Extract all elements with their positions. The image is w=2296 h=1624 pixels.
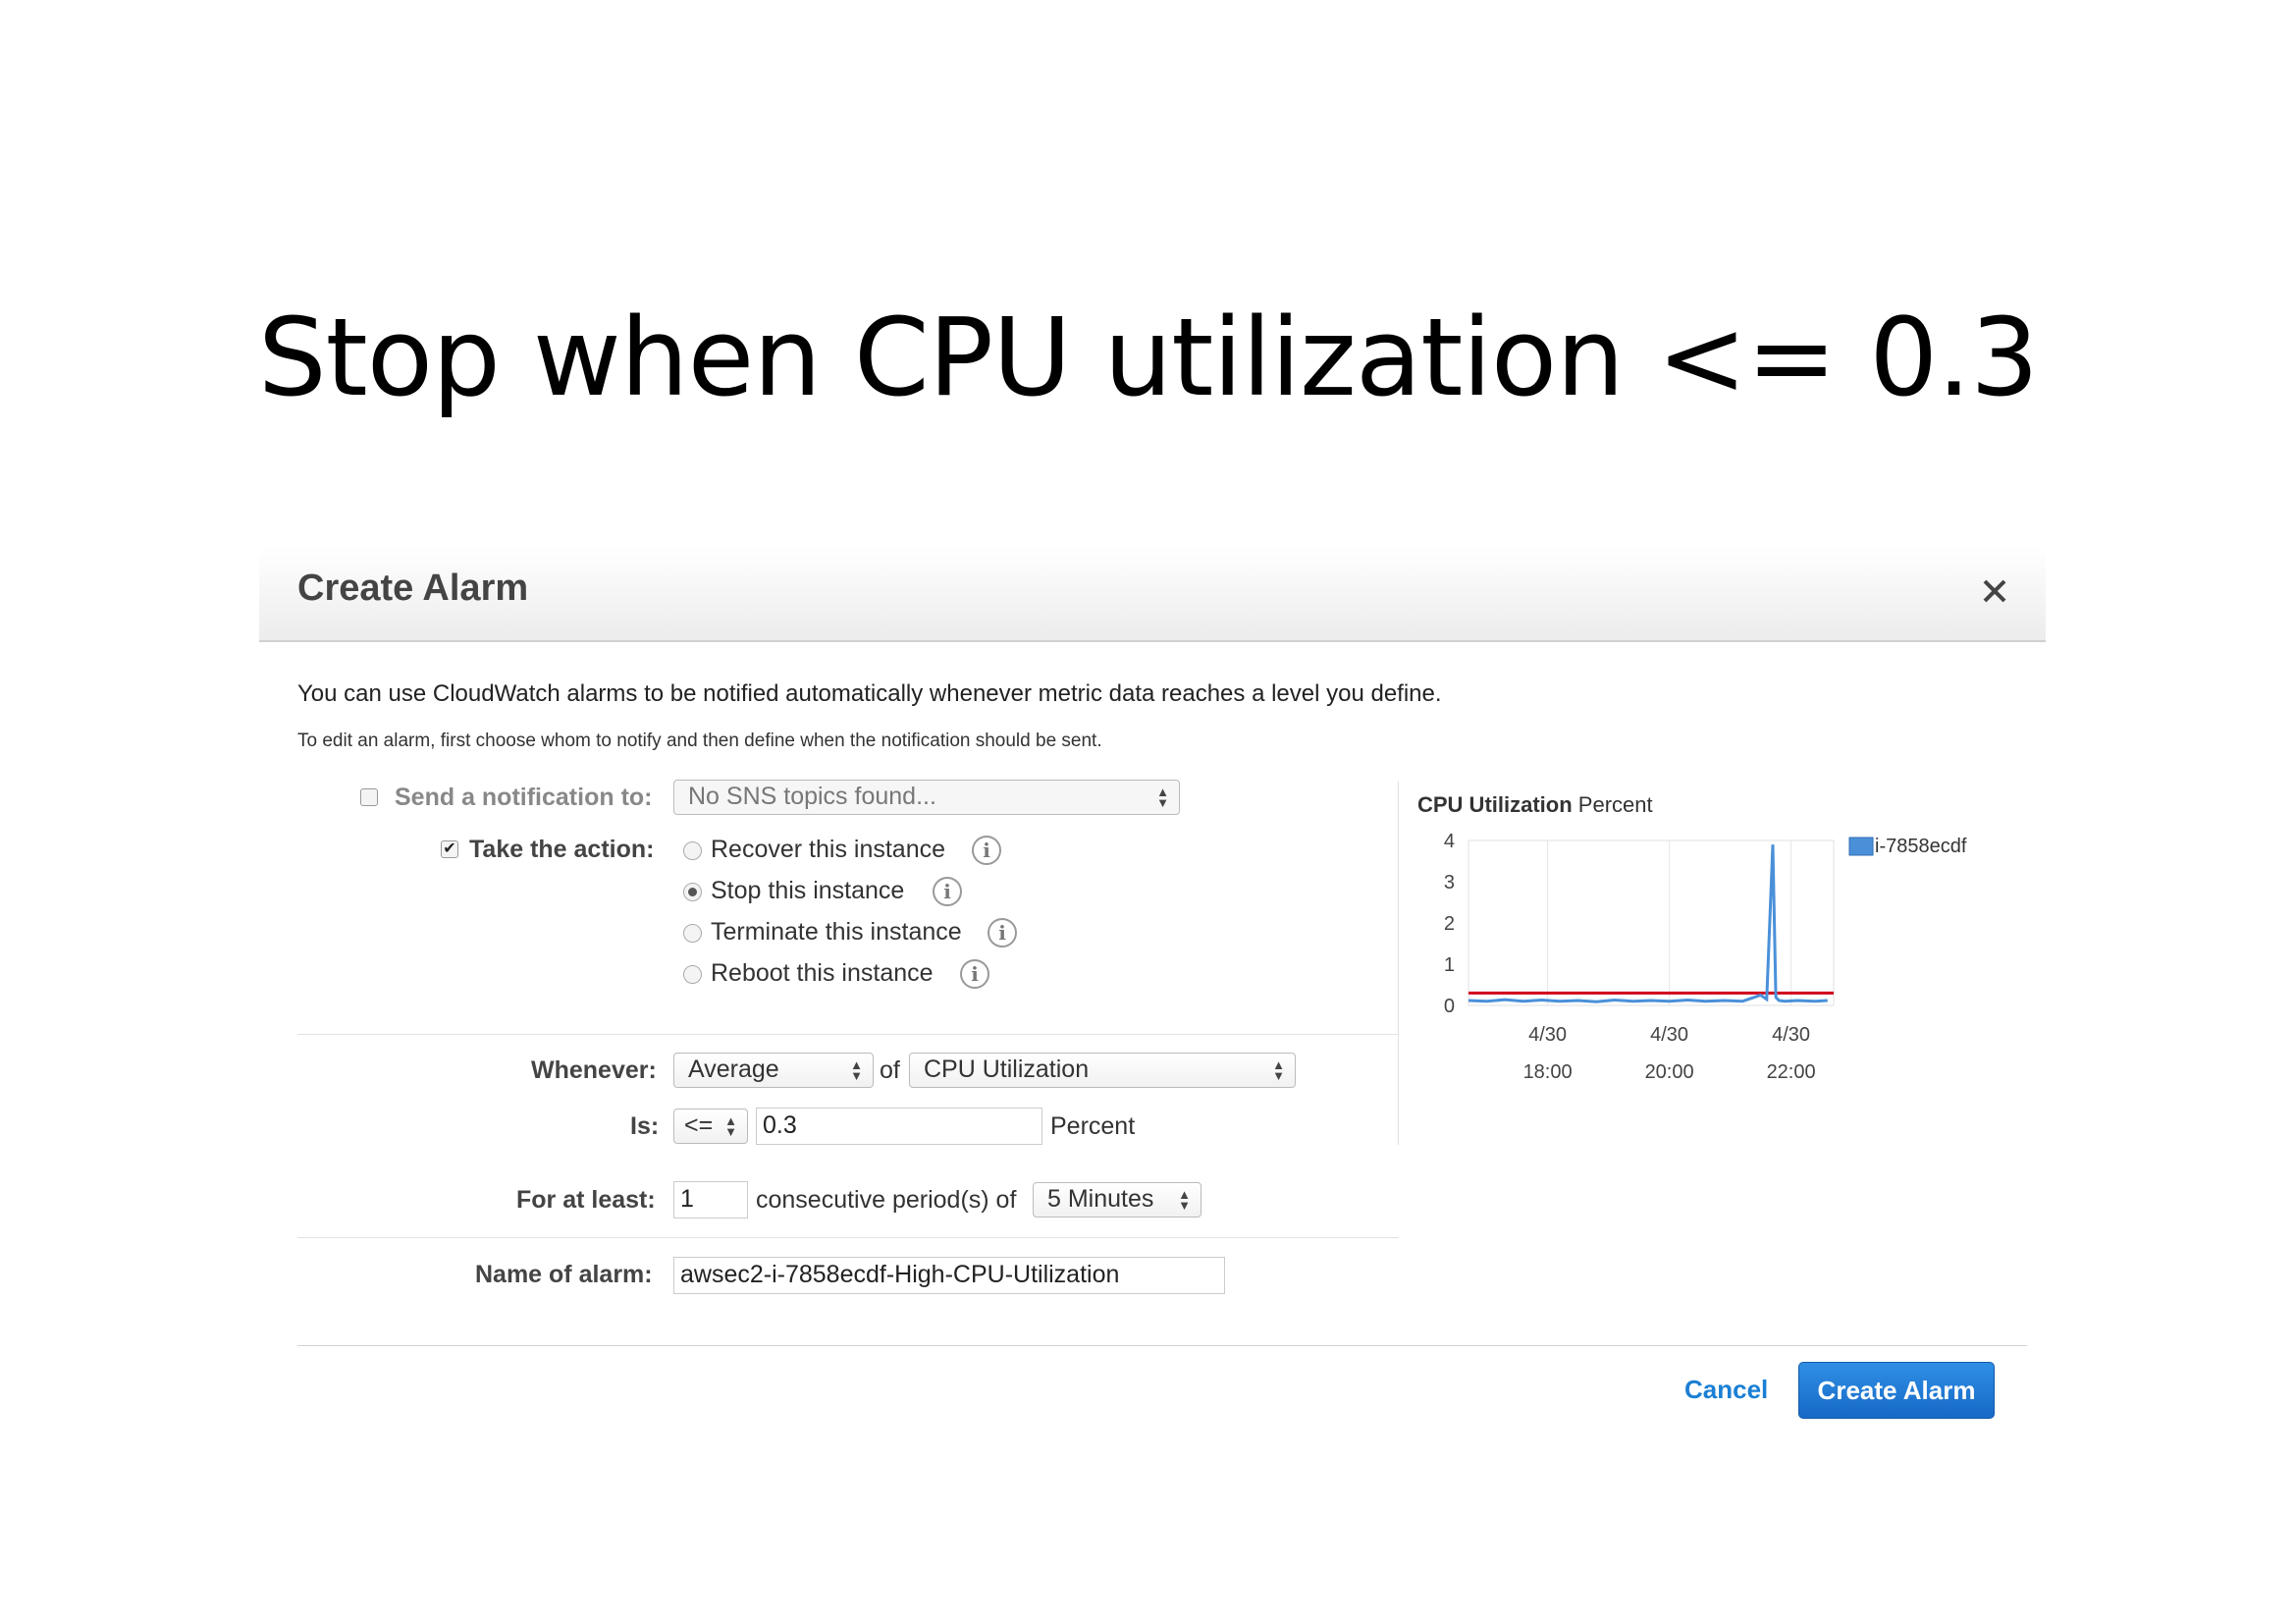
alarm-name-label: Name of alarm: xyxy=(475,1261,653,1288)
action-label: Take the action: xyxy=(469,836,655,863)
of-text: of xyxy=(880,1056,900,1084)
chart-title: CPU Utilization Percent xyxy=(1417,792,1653,818)
unit-text: Percent xyxy=(1050,1112,1136,1140)
legend-label: i-7858ecdf xyxy=(1875,836,1967,857)
sns-topic-select[interactable]: No SNS topics found... ▲ ▼ xyxy=(673,780,1180,815)
series-line xyxy=(1468,844,1828,1003)
option-terminate-label: Terminate this instance xyxy=(711,918,962,946)
radio-terminate[interactable] xyxy=(683,924,702,943)
y-tick-label: 0 xyxy=(1444,996,1455,1017)
info-icon[interactable]: i xyxy=(972,836,1001,865)
dialog-title: Create Alarm xyxy=(297,568,529,609)
close-icon[interactable] xyxy=(1973,569,2016,613)
legend-swatch xyxy=(1848,837,1874,856)
footer-divider xyxy=(297,1345,2027,1346)
operator-value: <= xyxy=(684,1111,714,1139)
x-tick-time: 18:00 xyxy=(1523,1061,1573,1083)
notification-label: Send a notification to: xyxy=(395,784,653,811)
is-label: Is: xyxy=(630,1112,660,1140)
period-select[interactable]: 5 Minutes ▲ ▼ xyxy=(1033,1182,1201,1218)
y-tick-label: 4 xyxy=(1444,831,1455,852)
info-icon[interactable]: i xyxy=(960,959,989,989)
y-tick-label: 1 xyxy=(1444,954,1455,976)
create-alarm-dialog: Create Alarm You can use CloudWatch alar… xyxy=(259,546,2046,1430)
select-arrows-icon: ▲ ▼ xyxy=(724,1113,737,1139)
slide-title: Stop when CPU utilization <= 0.3 xyxy=(257,295,2039,420)
periods-input[interactable]: 1 xyxy=(673,1181,748,1218)
for-at-least-label: For at least: xyxy=(516,1186,656,1214)
chart-title-unit: Percent xyxy=(1577,792,1653,817)
option-reboot-label: Reboot this instance xyxy=(711,959,934,987)
divider xyxy=(1398,782,1399,1145)
period-value: 5 Minutes xyxy=(1047,1185,1154,1213)
plot-frame xyxy=(1468,839,1835,1006)
select-arrows-icon: ▲ ▼ xyxy=(1178,1187,1191,1213)
y-tick-label: 3 xyxy=(1444,872,1455,893)
info-icon[interactable]: i xyxy=(988,918,1017,947)
cancel-button[interactable]: Cancel xyxy=(1684,1375,1768,1405)
radio-reboot[interactable] xyxy=(683,965,702,984)
consecutive-periods-text: consecutive period(s) of xyxy=(756,1186,1017,1214)
statistic-select[interactable]: Average ▲ ▼ xyxy=(673,1053,874,1088)
sns-topic-value: No SNS topics found... xyxy=(688,783,936,810)
chart-title-metric: CPU Utilization xyxy=(1417,792,1573,817)
metric-select[interactable]: CPU Utilization ▲ ▼ xyxy=(909,1053,1296,1088)
intro-text: You can use CloudWatch alarms to be noti… xyxy=(297,680,1442,707)
notification-checkbox[interactable] xyxy=(360,788,378,806)
x-tick-date: 4/30 xyxy=(1528,1024,1567,1046)
cpu-utilization-chart: 4 3 2 1 0 4/30 18:00 4/30 20:00 4/30 22:00 i-7858ec… xyxy=(1444,831,1967,1083)
x-tick-date: 4/30 xyxy=(1772,1024,1810,1046)
create-alarm-button[interactable]: Create Alarm xyxy=(1798,1362,1995,1419)
divider xyxy=(297,1237,1399,1238)
dialog-header: Create Alarm xyxy=(259,546,2046,642)
intro-subtext: To edit an alarm, first choose whom to n… xyxy=(297,731,1102,751)
select-arrows-icon: ▲ ▼ xyxy=(1156,785,1169,810)
whenever-label: Whenever: xyxy=(531,1056,657,1084)
option-recover-label: Recover this instance xyxy=(711,836,946,863)
radio-stop[interactable] xyxy=(683,883,702,901)
divider xyxy=(297,1034,1399,1035)
x-tick-time: 20:00 xyxy=(1645,1061,1694,1083)
operator-select[interactable]: <= ▲ ▼ xyxy=(673,1109,748,1144)
threshold-input[interactable]: 0.3 xyxy=(756,1108,1042,1145)
action-checkbox[interactable]: ✔ xyxy=(441,840,458,858)
y-tick-label: 2 xyxy=(1444,913,1455,935)
select-arrows-icon: ▲ ▼ xyxy=(850,1057,863,1083)
statistic-value: Average xyxy=(688,1056,779,1083)
x-tick-date: 4/30 xyxy=(1650,1024,1688,1046)
x-tick-time: 22:00 xyxy=(1767,1061,1816,1083)
info-icon[interactable]: i xyxy=(933,877,962,906)
select-arrows-icon: ▲ ▼ xyxy=(1272,1057,1285,1083)
alarm-name-input[interactable]: awsec2-i-7858ecdf-High-CPU-Utilization xyxy=(673,1257,1225,1294)
option-stop-label: Stop this instance xyxy=(711,877,905,904)
radio-recover[interactable] xyxy=(683,841,702,860)
metric-value: CPU Utilization xyxy=(924,1056,1090,1083)
